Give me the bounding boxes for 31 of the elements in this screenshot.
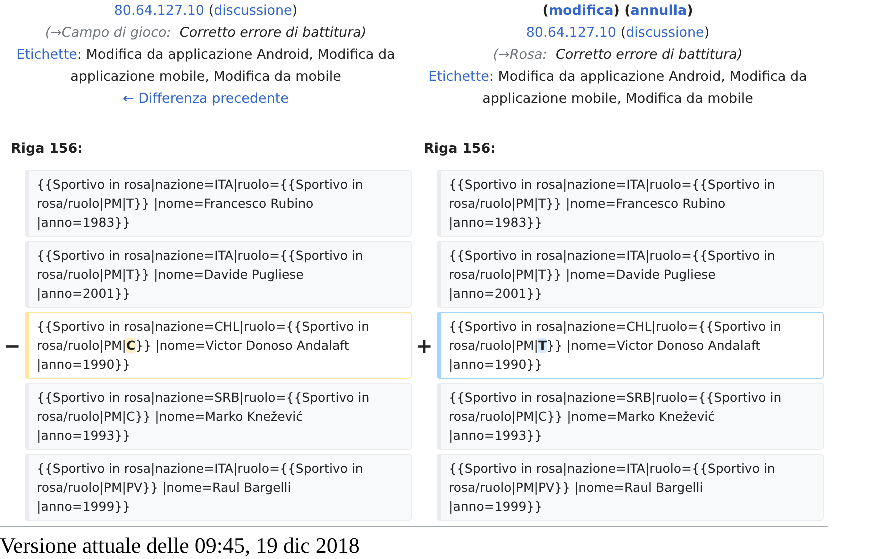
diff-marker: +: [416, 332, 433, 360]
diff-marker: −: [4, 332, 21, 360]
diff-cell: {{Sportivo in rosa|nazione=CHL|ruolo={{Sportivo in rosa/ruolo|PM|T}} |nome=Victor Donoso Andalaft |anno=1990}}: [437, 312, 824, 379]
link[interactable]: discussione: [626, 25, 704, 41]
diff-cell: {{Sportivo in rosa|nazione=ITA|ruolo={{Sportivo in rosa/ruolo|PM|T}} |nome=Davide Pugliese |anno=2001}}: [25, 241, 412, 308]
diff-cell: {{Sportivo in rosa|nazione=ITA|ruolo={{Sportivo in rosa/ruolo|PM|T}} |nome=Davide Pugliese |anno=2001}}: [437, 241, 824, 308]
link[interactable]: modifica: [548, 3, 614, 19]
link[interactable]: 80.64.127.10: [114, 3, 205, 19]
link[interactable]: annulla: [630, 3, 688, 19]
revision-info-line: Etichette: Modifica da applicazione Android, Modifica da applicazione mobile, Modifica da mobile: [16, 46, 396, 87]
diff-cell: {{Sportivo in rosa|nazione=SRB|ruolo={{Sportivo in rosa/ruolo|PM|C}} |nome=Marko Knežević |anno=1993}}: [25, 383, 412, 450]
diff-cell: {{Sportivo in rosa|nazione=ITA|ruolo={{Sportivo in rosa/ruolo|PM|T}} |nome=Francesco Rubino |anno=1983}}: [437, 170, 824, 237]
diff-cell: {{Sportivo in rosa|nazione=SRB|ruolo={{Sportivo in rosa/ruolo|PM|C}} |nome=Marko Knežević |anno=1993}}: [437, 383, 824, 450]
version-heading: Versione attuale delle 09:45, 19 dic 2018: [0, 533, 361, 559]
line-number-label: Riga 156:: [424, 141, 496, 157]
revision-info-line: 80.64.127.10 (discussione): [113, 2, 299, 21]
revision-info-line: Etichette: Modifica da applicazione Android, Modifica da applicazione mobile, Modifica da mobile: [428, 68, 808, 109]
link[interactable]: discussione: [214, 3, 292, 19]
diff-cell: {{Sportivo in rosa|nazione=ITA|ruolo={{Sportivo in rosa/ruolo|PM|T}} |nome=Francesco Rubino |anno=1983}}: [25, 170, 412, 237]
diff-cell: {{Sportivo in rosa|nazione=ITA|ruolo={{Sportivo in rosa/ruolo|PM|PV}} |nome=Raul Bargelli |anno=1999}}: [25, 454, 412, 521]
revision-info-line: (modifica) (annulla): [542, 2, 694, 21]
link[interactable]: 80.64.127.10: [526, 25, 617, 41]
line-number-label: Riga 156:: [11, 141, 84, 157]
revision-info-line: (→Rosa: Corretto errore di battitura): [492, 46, 744, 65]
link[interactable]: Etichette: [16, 47, 78, 63]
link[interactable]: ← Differenza precedente: [122, 91, 289, 107]
diff-cell: {{Sportivo in rosa|nazione=CHL|ruolo={{Sportivo in rosa/ruolo|PM|C}} |nome=Victor Donoso Andalaft |anno=1990}}: [25, 312, 412, 379]
link[interactable]: Etichette: [428, 69, 490, 85]
revision-info-line: 80.64.127.10 (discussione): [525, 24, 711, 43]
diff-cell: {{Sportivo in rosa|nazione=ITA|ruolo={{Sportivo in rosa/ruolo|PM|PV}} |nome=Raul Bargelli |anno=1999}}: [437, 454, 824, 521]
revision-info-line: (→Campo di gioco: Corretto errore di battitura): [44, 24, 368, 43]
